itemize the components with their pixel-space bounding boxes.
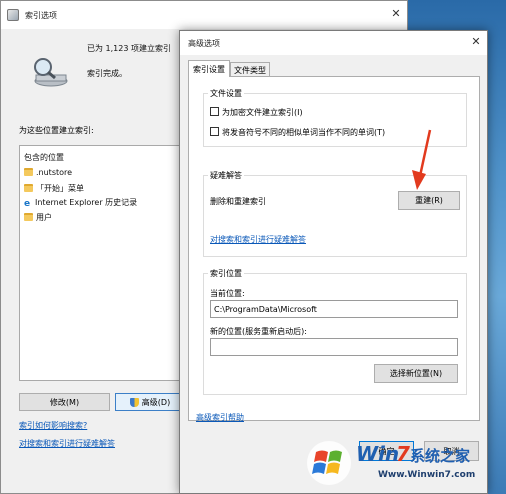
watermark-url: Www.Winwin7.com — [378, 470, 476, 480]
close-icon[interactable]: ✕ — [383, 7, 409, 20]
diacritics-checkbox[interactable] — [210, 127, 219, 136]
advanced-button[interactable]: 高级(D) — [115, 393, 185, 411]
list-item[interactable]: .nutstore — [24, 168, 72, 177]
watermark: Win 7 系统之家 Www.Winwin7.com — [304, 436, 504, 492]
watermark-brand-cn: 系统之家 — [410, 447, 471, 465]
encrypt-files-checkbox[interactable] — [210, 107, 219, 116]
folder-icon — [24, 168, 33, 176]
dialog-title: 高级选项 — [188, 39, 220, 48]
index-settings-panel: 文件设置 为加密文件建立索引(I) 将发音符号不同的相似单词当作不同的单词(T)… — [188, 76, 480, 421]
folder-icon — [24, 213, 33, 221]
index-location-group: 索引位置 当前位置: C:\ProgramData\Microsoft 新的位置… — [203, 268, 467, 395]
troubleshoot-link[interactable]: 对搜索和索引进行疑难解答 — [19, 438, 115, 449]
indexing-options-icon — [7, 9, 19, 21]
current-location-label: 当前位置: — [210, 289, 245, 298]
encrypt-files-label: 为加密文件建立索引(I) — [222, 108, 303, 117]
ie-icon: e — [24, 199, 31, 209]
close-icon[interactable]: ✕ — [463, 35, 489, 48]
list-header: 包含的位置 — [24, 153, 64, 162]
tab-index-settings[interactable]: 索引设置 — [188, 60, 230, 77]
modify-button[interactable]: 修改(M) — [19, 393, 110, 411]
how-indexing-affects-link[interactable]: 索引如何影响搜索? — [19, 420, 87, 431]
group-title: 疑难解答 — [208, 170, 244, 181]
index-status-text: 索引完成。 — [87, 69, 127, 78]
select-new-location-button[interactable]: 选择新位置(N) — [374, 364, 458, 383]
rebuild-label: 删除和重建索引 — [210, 197, 266, 206]
watermark-brand-win: Win — [356, 442, 400, 466]
new-location-label: 新的位置(服务重新启动后): — [210, 327, 307, 336]
group-title: 文件设置 — [208, 88, 244, 99]
watermark-brand-seven: 7 — [396, 442, 410, 466]
list-item[interactable]: 用户 — [24, 212, 52, 223]
locations-section-label: 为这些位置建立索引: — [19, 126, 94, 135]
shield-icon — [129, 397, 139, 407]
locations-list[interactable]: 包含的位置 .nutstore 「开始」菜单 e Internet Explore… — [19, 145, 184, 381]
magnifier-drive-icon — [34, 58, 68, 87]
advanced-indexing-help-link[interactable]: 高级索引帮助 — [196, 412, 244, 423]
indexed-count-text: 已为 1,123 项建立索引 — [87, 44, 171, 53]
group-title: 索引位置 — [208, 268, 244, 279]
list-item[interactable]: 「开始」菜单 — [24, 183, 84, 194]
title-bar[interactable]: 索引选项 ✕ — [1, 1, 407, 29]
troubleshoot-link[interactable]: 对搜索和索引进行疑难解答 — [210, 234, 306, 245]
rebuild-button[interactable]: 重建(R) — [398, 191, 460, 210]
advanced-options-dialog: 高级选项 ✕ 索引设置 文件类型 文件设置 为加密文件建立索引(I) 将发音符号… — [179, 30, 488, 494]
diacritics-label: 将发音符号不同的相似单词当作不同的单词(T) — [222, 128, 386, 137]
window-title: 索引选项 — [25, 11, 57, 20]
windows-logo-icon — [307, 441, 351, 485]
current-location-field[interactable]: C:\ProgramData\Microsoft — [210, 300, 458, 318]
list-item[interactable]: e Internet Explorer 历史记录 — [24, 197, 137, 209]
tab-file-types[interactable]: 文件类型 — [230, 62, 270, 77]
new-location-field[interactable] — [210, 338, 458, 356]
folder-icon — [24, 184, 33, 192]
annotation-arrow-icon — [412, 129, 432, 190]
dialog-title-bar[interactable]: 高级选项 ✕ — [180, 31, 487, 55]
